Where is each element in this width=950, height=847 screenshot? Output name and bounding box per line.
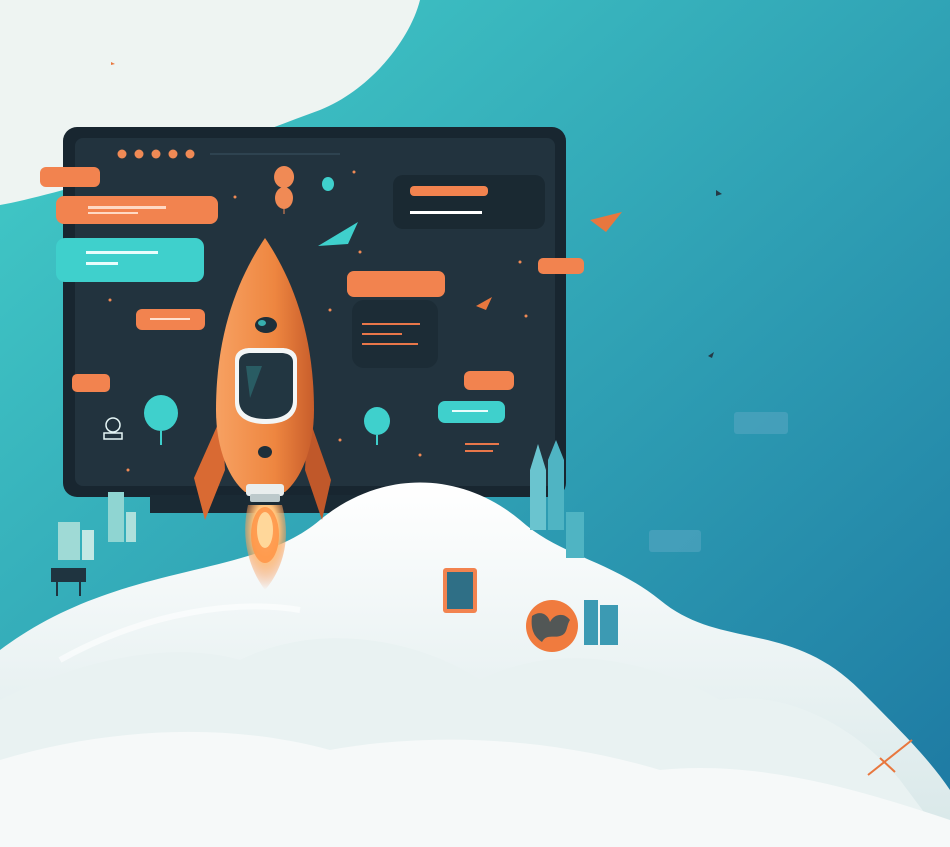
pill-orange-left <box>72 374 110 392</box>
card-orange-center <box>347 271 445 297</box>
pill-orange-outside <box>538 258 584 274</box>
tablet-icon <box>443 568 477 613</box>
card-teal-large <box>56 238 204 282</box>
card-dark-right <box>393 175 545 229</box>
pill-small-top <box>40 167 100 187</box>
globe-icon <box>526 600 578 652</box>
pill-orange-right <box>464 371 514 390</box>
rocket-launch-scene <box>0 0 950 847</box>
pill-orange-wide <box>56 196 218 224</box>
